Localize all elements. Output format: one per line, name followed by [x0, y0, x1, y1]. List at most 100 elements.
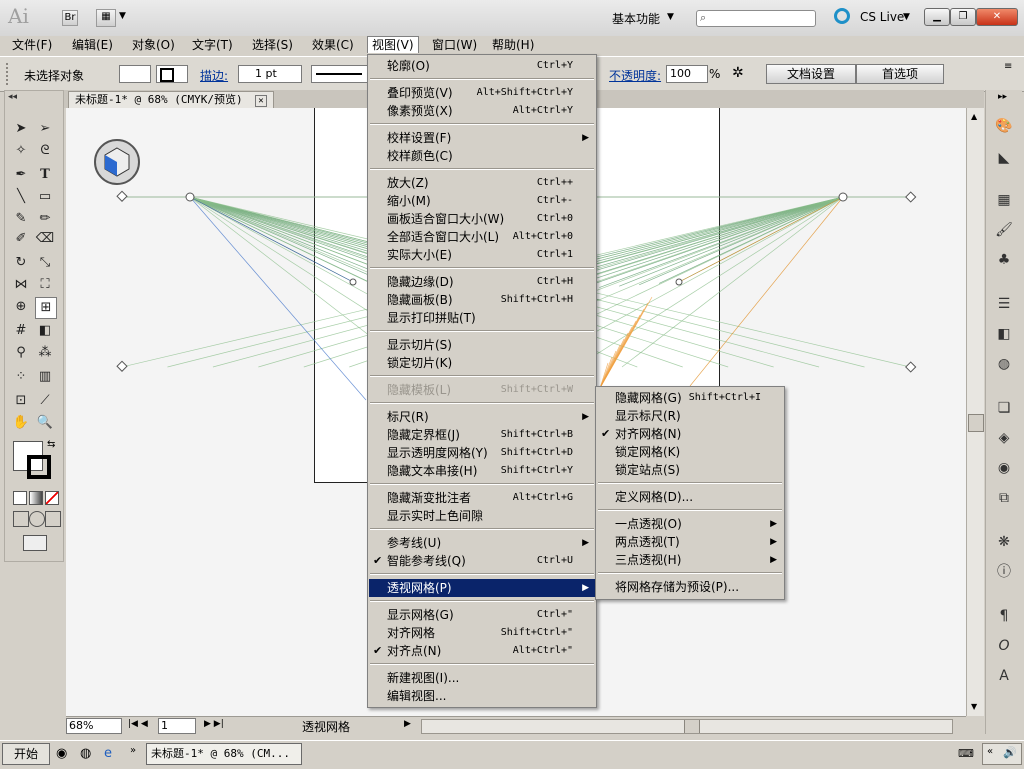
horizontal-scrollbar[interactable] [421, 719, 953, 734]
info-icon[interactable]: ⓘ [994, 562, 1014, 582]
stroke-panel-icon[interactable]: ☰ [994, 294, 1014, 314]
chrome-icon[interactable]: ◉ [56, 746, 67, 761]
perspective-menu-item-label: 两点透视(T) [615, 535, 680, 549]
perspective-menu-item[interactable]: 将网格存储为预设(P)... [597, 578, 783, 596]
view-menu-item[interactable]: ✔ 对齐点(N) Alt+Ctrl+" [369, 642, 595, 660]
perspective-menu-item[interactable]: 显示标尺(R) [597, 407, 783, 425]
ground-right-handle [905, 361, 917, 373]
symbols-icon[interactable]: ♣ [994, 250, 1014, 270]
view-menu-item[interactable]: ✔ 智能参考线(Q) Ctrl+U [369, 552, 595, 570]
perspective-menu-item-label: 显示标尺(R) [615, 409, 681, 423]
view-menu-item[interactable]: 显示打印拼贴(T) [369, 309, 595, 327]
perspective-menu-item[interactable]: 锁定网格(K) [597, 443, 783, 461]
opentype-icon[interactable]: O [994, 636, 1014, 656]
view-menu-item-label: 隐藏边缘(D) [387, 275, 454, 289]
right-vanishing-point-handle [838, 192, 848, 202]
start-button[interactable]: 开始 [2, 743, 50, 765]
perspective-menu-item-label: 隐藏网格(G) [615, 391, 682, 405]
submenu-arrow-icon: ▶ [770, 537, 777, 547]
view-menu-item[interactable]: 新建视图(I)... [369, 669, 595, 687]
transparency-icon[interactable]: ◍ [994, 354, 1014, 374]
view-menu-item[interactable]: 隐藏定界框(J) Shift+Ctrl+B [369, 426, 595, 444]
keyboard-icon[interactable]: ⌨ [958, 747, 974, 760]
view-menu-item[interactable]: 全部适合窗口大小(L) Alt+Ctrl+0 [369, 228, 595, 246]
panel-dock: ▸▸ 🎨 ◣ ▦ 🖌 ♣ ☰ ◧ ◍ ❏ ◈ ◉ ⧉ ❋ ⓘ ¶ O A [985, 90, 1022, 734]
view-menu-item[interactable]: 显示实时上色间隙 [369, 507, 595, 525]
graphic-styles-icon[interactable]: ◉ [994, 458, 1014, 478]
paragraph-icon[interactable]: ¶ [994, 606, 1014, 626]
view-menu-item[interactable]: 对齐网格 Shift+Ctrl+" [369, 624, 595, 642]
next-artboard-icon[interactable]: ▶ ▶| [204, 719, 224, 729]
perspective-menu-item[interactable]: ✔ 对齐网格(N) [597, 425, 783, 443]
perspective-menu-item[interactable]: 定义网格(D)... [597, 488, 783, 506]
view-menu-item[interactable]: 叠印预览(V) Alt+Shift+Ctrl+Y [369, 84, 595, 102]
view-menu-item-shortcut: Alt+Ctrl+Y [512, 105, 573, 116]
view-menu-item[interactable]: 校样设置(F) ▶ [369, 129, 595, 147]
gradient-panel-icon[interactable]: ◧ [994, 324, 1014, 344]
artboards-icon[interactable]: ⧉ [994, 488, 1014, 508]
ie-icon[interactable]: e [104, 746, 112, 761]
tray-area[interactable]: « 🔊 [982, 743, 1022, 765]
status-text[interactable]: 透视网格 [302, 718, 350, 735]
view-menu-item[interactable]: 缩小(M) Ctrl+- [369, 192, 595, 210]
brushes-icon[interactable]: 🖌 [994, 220, 1014, 240]
perspective-menu-item[interactable]: 三点透视(H) ▶ [597, 551, 783, 569]
view-menu-item-shortcut: Shift+Ctrl+D [500, 447, 573, 458]
view-menu-item[interactable]: 放大(Z) Ctrl++ [369, 174, 595, 192]
menu-separator [370, 402, 594, 404]
character-icon[interactable]: A [994, 666, 1014, 686]
submenu-arrow-icon: ▶ [770, 519, 777, 529]
color-guide-icon[interactable]: ◣ [994, 148, 1014, 168]
perspective-menu-item[interactable]: 锁定站点(S) [597, 461, 783, 479]
perspective-menu-item[interactable]: 两点透视(T) ▶ [597, 533, 783, 551]
view-menu-item[interactable]: 隐藏画板(B) Shift+Ctrl+H [369, 291, 595, 309]
status-bar: 68% |◀ ◀ 1 ▶ ▶| 透视网格 ▶ [66, 716, 966, 734]
artboard-number-field[interactable]: 1 [158, 718, 196, 734]
view-menu-item[interactable]: 显示切片(S) [369, 336, 595, 354]
view-menu-item-label: 叠印预览(V) [387, 86, 453, 100]
taskbar-item-illustrator[interactable]: 未标题-1* @ 68% (CM... [146, 743, 302, 765]
color-panel-icon[interactable]: 🎨 [994, 116, 1014, 136]
explorer-icon[interactable]: ◍ [80, 746, 91, 761]
view-menu-item[interactable]: 隐藏渐变批注者 Alt+Ctrl+G [369, 489, 595, 507]
scroll-up-icon[interactable]: ▲ [971, 112, 977, 121]
swatches-icon[interactable]: ▦ [994, 190, 1014, 210]
view-menu-item[interactable]: 编辑视图... [369, 687, 595, 705]
perspective-menu-item[interactable]: 一点透视(O) ▶ [597, 515, 783, 533]
volume-icon[interactable]: 🔊 [1003, 746, 1017, 759]
navigator-icon[interactable]: ❋ [994, 532, 1014, 552]
layers-icon[interactable]: ◈ [994, 428, 1014, 448]
view-menu-item[interactable]: 实际大小(E) Ctrl+1 [369, 246, 595, 264]
status-menu-icon[interactable]: ▶ [404, 719, 411, 729]
vertical-scrollbar[interactable]: ▲ ▼ [966, 108, 984, 716]
view-menu-item[interactable]: 锁定切片(K) [369, 354, 595, 372]
perspective-menu-item[interactable]: 隐藏网格(G) Shift+Ctrl+I [597, 389, 783, 407]
tray-expand-icon[interactable]: « [987, 746, 993, 757]
zoom-field[interactable]: 68% [66, 718, 122, 734]
view-menu-item-label: 显示打印拼贴(T) [387, 311, 476, 325]
view-menu-item[interactable]: 显示透明度网格(Y) Shift+Ctrl+D [369, 444, 595, 462]
view-menu-item[interactable]: 透视网格(P) ▶ [369, 579, 595, 597]
more-tray-icon[interactable]: » [130, 745, 136, 756]
view-menu-item-shortcut: Ctrl+- [536, 195, 573, 206]
appearance-icon[interactable]: ❏ [994, 398, 1014, 418]
h-scroll-thumb[interactable] [684, 720, 700, 733]
view-menu-item-label: 隐藏模板(L) [387, 383, 452, 397]
view-menu-item[interactable]: 隐藏文本串接(H) Shift+Ctrl+Y [369, 462, 595, 480]
view-menu-item[interactable]: 校样颜色(C) [369, 147, 595, 165]
view-menu-item-label: 透视网格(P) [387, 581, 452, 595]
view-menu-item[interactable]: 像素预览(X) Alt+Ctrl+Y [369, 102, 595, 120]
scroll-down-icon[interactable]: ▼ [971, 702, 977, 711]
view-menu-item[interactable]: 标尺(R) ▶ [369, 408, 595, 426]
first-artboard-icon[interactable]: |◀ ◀ [128, 719, 148, 729]
view-menu-item[interactable]: 轮廓(O) Ctrl+Y [369, 57, 595, 75]
view-menu-item[interactable]: 画板适合窗口大小(W) Ctrl+0 [369, 210, 595, 228]
view-menu-item[interactable]: 显示网格(G) Ctrl+" [369, 606, 595, 624]
scroll-thumb[interactable] [968, 414, 984, 432]
zoom-value: 68% [69, 719, 94, 732]
view-menu-item[interactable]: 参考线(U) ▶ [369, 534, 595, 552]
view-menu-item[interactable]: 隐藏边缘(D) Ctrl+H [369, 273, 595, 291]
expand-panels-icon[interactable]: ▸▸ [998, 92, 1007, 102]
view-menu-item-label: 锁定切片(K) [387, 356, 453, 370]
ground-left-handle [116, 360, 128, 372]
